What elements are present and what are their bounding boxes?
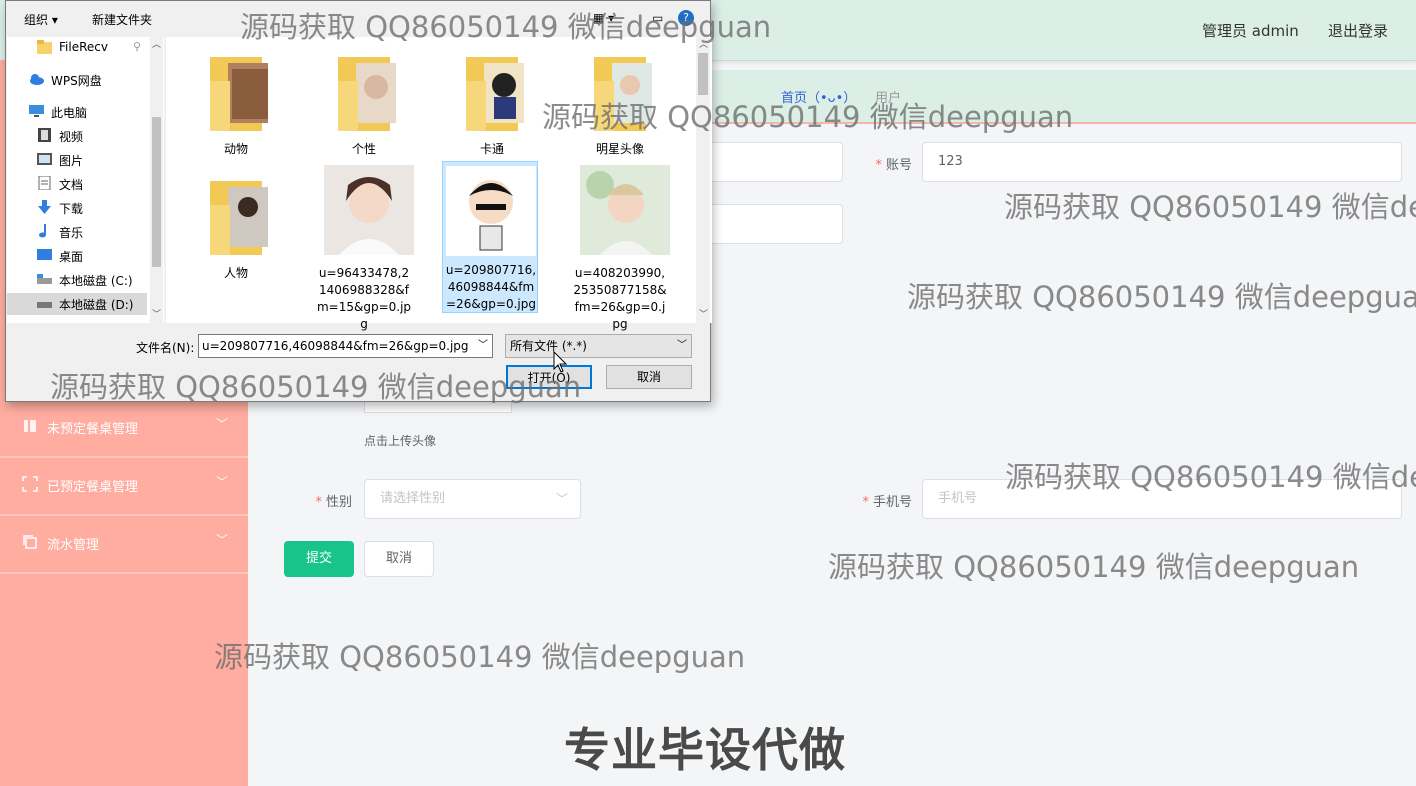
file-list-scrollbar[interactable]: ︿ ﹀ bbox=[696, 37, 710, 323]
nav-item-music[interactable]: 音乐 bbox=[7, 221, 147, 243]
help-icon[interactable]: ? bbox=[678, 10, 694, 26]
promo-banner: 专业毕设代做 bbox=[564, 723, 846, 777]
open-button[interactable]: 打开(O) bbox=[506, 365, 592, 389]
image-thumbnail bbox=[446, 166, 536, 256]
preview-pane-icon[interactable]: ▭ bbox=[652, 11, 663, 25]
folder-icon bbox=[338, 57, 396, 131]
video-icon bbox=[37, 128, 52, 142]
folder-icon bbox=[210, 57, 268, 131]
nav-item-filerecv[interactable]: FileRecv ⚲ bbox=[7, 37, 147, 59]
upload-hint: 点击上传头像 bbox=[364, 434, 437, 448]
image-thumbnail bbox=[324, 165, 414, 255]
nav-scroll-thumb[interactable] bbox=[152, 117, 161, 267]
sidebar-item-cashflow[interactable]: 流水管理 ﹀ bbox=[0, 514, 248, 574]
chevron-down-icon: ﹀ bbox=[216, 533, 229, 547]
chevron-down-icon: ﹀ bbox=[677, 340, 687, 351]
nav-item-downloads[interactable]: 下载 bbox=[7, 197, 147, 219]
drive-icon bbox=[37, 296, 52, 310]
mouse-cursor-icon bbox=[553, 351, 567, 373]
copy-icon bbox=[22, 534, 38, 550]
navigation-pane: FileRecv ⚲ WPS网盘 此电脑 视频 图片 文档 下载 音乐 桌面 本… bbox=[7, 37, 164, 323]
filename-label: 文件名(N): bbox=[136, 341, 195, 355]
sidebar-item-label: 未预定餐桌管理 bbox=[47, 422, 139, 437]
cloud-icon bbox=[29, 72, 44, 86]
cancel-button[interactable]: 取消 bbox=[364, 541, 434, 577]
file-item-folder[interactable]: 个性 bbox=[316, 37, 412, 165]
scroll-down-icon: ﹀ bbox=[699, 310, 709, 320]
watermark: 源码获取 QQ86050149 微信deepguan bbox=[907, 280, 1416, 314]
phone-placeholder: 手机号 bbox=[938, 491, 978, 506]
music-icon bbox=[37, 224, 52, 238]
chevron-down-icon: ﹀ bbox=[216, 417, 229, 431]
file-item-image-selected[interactable]: u=209807716,46098844&fm=26&gp=0.jpg bbox=[442, 161, 538, 313]
sidebar-item-unreserved-tables[interactable]: 未预定餐桌管理 ﹀ bbox=[0, 398, 248, 458]
nav-item-videos[interactable]: 视频 bbox=[7, 125, 147, 147]
file-item-image[interactable]: u=408203990,25350877158&fm=26&gp=0.jpg bbox=[572, 161, 670, 331]
name-input-partial[interactable] bbox=[700, 142, 843, 182]
file-item-folder[interactable]: 动物 bbox=[188, 37, 284, 165]
file-list-pane: 动物 个性 卡通 明星头像 人物 u=96433478,21406988328&… bbox=[166, 37, 712, 331]
breadcrumb-current: 用户 bbox=[875, 91, 902, 106]
scroll-down-icon: ﹀ bbox=[152, 310, 162, 320]
logout-link[interactable]: 退出登录 bbox=[1328, 20, 1388, 41]
submit-button[interactable]: 提交 bbox=[284, 541, 354, 577]
file-open-dialog: 组织 ▾ 新建文件夹 ▦ ▾ ▭ ? FileRecv ⚲ WPS网盘 此电脑 … bbox=[5, 0, 712, 402]
chevron-down-icon[interactable]: ﹀ bbox=[478, 335, 488, 357]
nav-item-drive-c[interactable]: 本地磁盘 (C:) bbox=[7, 269, 147, 291]
nav-item-pictures[interactable]: 图片 bbox=[7, 149, 147, 171]
password-input-partial[interactable] bbox=[700, 204, 843, 244]
desktop-icon bbox=[37, 248, 52, 262]
chevron-down-icon: ﹀ bbox=[555, 492, 568, 506]
admin-label: 管理员 admin bbox=[1202, 22, 1299, 40]
nav-item-desktop[interactable]: 桌面 bbox=[7, 245, 147, 267]
nav-item-this-pc[interactable]: 此电脑 bbox=[0, 101, 139, 123]
organize-menu[interactable]: 组织 ▾ bbox=[24, 11, 58, 28]
download-icon bbox=[37, 200, 52, 214]
watermark: 源码获取 QQ86050149 微信deepguan bbox=[214, 640, 746, 674]
file-item-folder[interactable]: 明星头像 bbox=[572, 37, 668, 165]
picture-icon bbox=[37, 152, 52, 166]
phone-label: * 手机号 bbox=[862, 495, 912, 510]
scroll-up-icon: ︿ bbox=[152, 40, 162, 50]
sidebar-item-reserved-tables[interactable]: 已预定餐桌管理 ﹀ bbox=[0, 456, 248, 516]
phone-input[interactable]: 手机号 bbox=[922, 479, 1402, 519]
sidebar-item-label: 流水管理 bbox=[47, 538, 100, 553]
nav-item-wps-cloud[interactable]: WPS网盘 bbox=[0, 69, 139, 91]
folder-icon bbox=[210, 181, 268, 255]
filename-input[interactable]: u=209807716,46098844&fm=26&gp=0.jpg ﹀ bbox=[198, 334, 493, 358]
gender-label: * 性别 bbox=[315, 495, 352, 510]
chevron-down-icon: ﹀ bbox=[216, 475, 229, 489]
filetype-select[interactable]: 所有文件 (*.*) ﹀ bbox=[505, 334, 692, 358]
file-item-folder[interactable]: 卡通 bbox=[444, 37, 540, 165]
gender-select[interactable]: 请选择性别 ﹀ bbox=[364, 479, 581, 519]
breadcrumb-home[interactable]: 首页（•ᴗ•） bbox=[781, 87, 856, 106]
sidebar-item-label: 已预定餐桌管理 bbox=[47, 480, 139, 495]
computer-icon bbox=[29, 104, 44, 118]
gender-placeholder: 请选择性别 bbox=[380, 491, 446, 506]
image-thumbnail bbox=[580, 165, 670, 255]
nav-scrollbar[interactable]: ︿ ﹀ bbox=[150, 37, 163, 323]
drive-icon bbox=[37, 272, 52, 286]
folder-icon bbox=[466, 57, 524, 131]
nav-item-drive-d[interactable]: 本地磁盘 (D:) bbox=[7, 293, 147, 315]
document-icon bbox=[37, 175, 52, 191]
account-input[interactable]: 123 bbox=[922, 142, 1402, 182]
file-scroll-thumb[interactable] bbox=[698, 53, 708, 95]
pin-icon[interactable]: ⚲ bbox=[133, 40, 141, 53]
watermark: 源码获取 QQ86050149 微信deepguan bbox=[828, 550, 1360, 584]
new-folder-button[interactable]: 新建文件夹 bbox=[92, 11, 152, 28]
view-options-icon[interactable]: ▦ ▾ bbox=[593, 11, 614, 25]
folder-icon bbox=[37, 40, 52, 54]
account-label: * 账号 bbox=[875, 158, 912, 173]
file-item-folder[interactable]: 人物 bbox=[188, 161, 284, 321]
scan-icon bbox=[22, 476, 38, 492]
watermark: 源码获取 QQ86050149 微信deepguan bbox=[1004, 190, 1416, 224]
book-icon bbox=[22, 418, 38, 434]
folder-icon bbox=[594, 57, 652, 131]
dialog-cancel-button[interactable]: 取消 bbox=[606, 365, 692, 389]
scroll-up-icon: ︿ bbox=[699, 40, 709, 50]
nav-item-documents[interactable]: 文档 bbox=[7, 173, 147, 195]
file-item-image[interactable]: u=96433478,21406988328&fm=15&gp=0.jpg bbox=[316, 161, 414, 331]
